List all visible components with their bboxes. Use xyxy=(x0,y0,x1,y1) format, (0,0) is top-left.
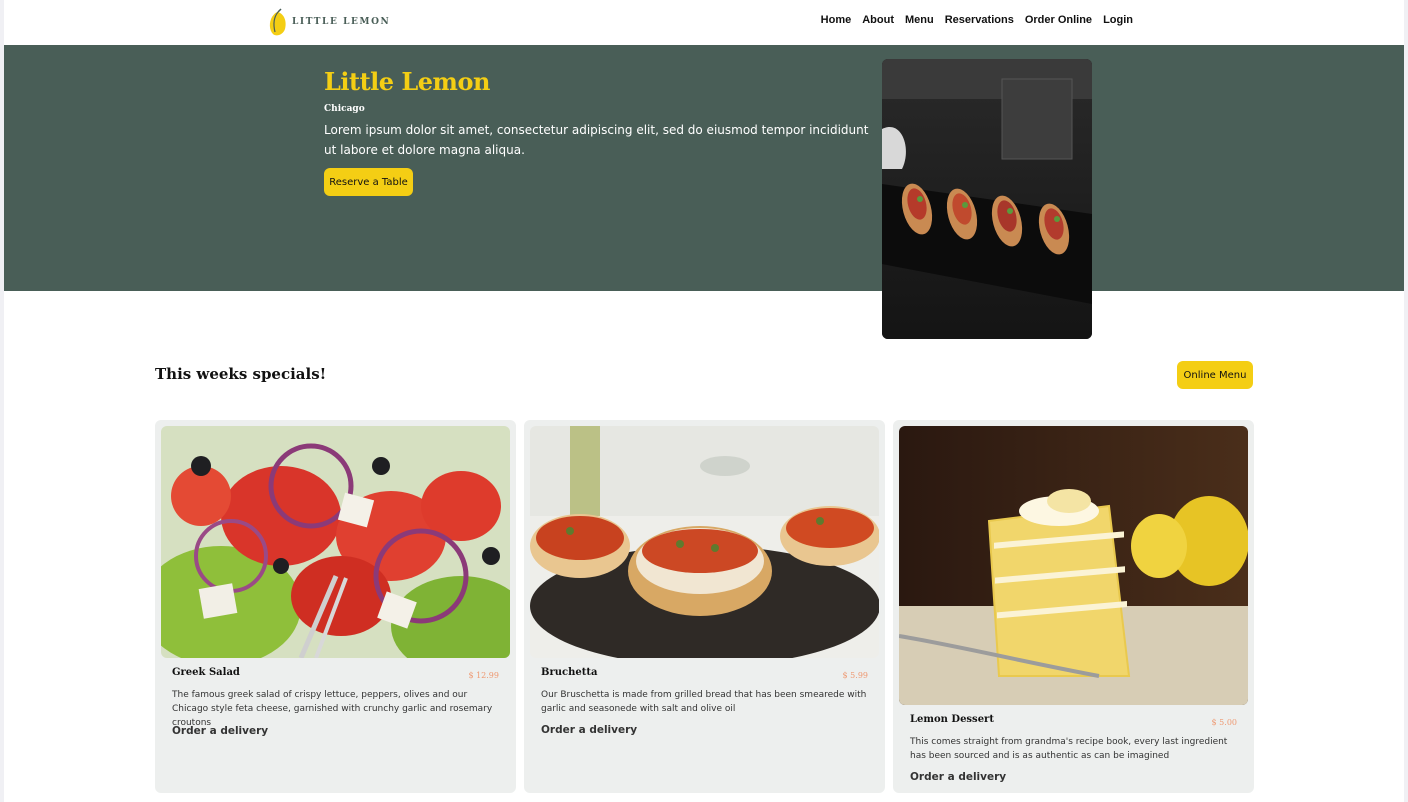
hero-description: Lorem ipsum dolor sit amet, consectetur … xyxy=(324,123,869,157)
nav-link-about[interactable]: About xyxy=(862,14,894,26)
card-description: The famous greek salad of crispy lettuce… xyxy=(172,690,493,728)
card-name: Bruchetta xyxy=(541,667,598,678)
hero-title: Little Lemon xyxy=(324,67,490,96)
card-name: Greek Salad xyxy=(172,667,240,678)
order-delivery-link[interactable]: Order a delivery xyxy=(172,725,268,737)
card-price: $ 12.99 xyxy=(468,671,499,680)
nav-link-home[interactable]: Home xyxy=(821,14,852,26)
card-price: $ 5.00 xyxy=(1211,718,1237,727)
nav-link-reservations[interactable]: Reservations xyxy=(945,14,1014,26)
card-name: Lemon Dessert xyxy=(910,714,994,725)
logo[interactable]: LITTLE LEMON xyxy=(268,6,390,38)
hero-subtitle: Chicago xyxy=(324,104,365,114)
order-delivery-link[interactable]: Order a delivery xyxy=(910,771,1006,783)
hero-section: Little Lemon Chicago Lorem ipsum dolor s… xyxy=(4,45,1404,291)
special-card-greek-salad: Greek Salad $ 12.99 The famous greek sal… xyxy=(155,420,516,793)
bruchetta-image xyxy=(530,426,879,658)
online-menu-button[interactable]: Online Menu xyxy=(1177,361,1253,389)
top-nav: LITTLE LEMON Home About Menu Reservation… xyxy=(4,0,1404,45)
nav-link-login[interactable]: Login xyxy=(1103,14,1133,26)
nav-link-menu[interactable]: Menu xyxy=(905,14,934,26)
logo-text: LITTLE LEMON xyxy=(292,17,391,27)
lemon-dessert-image xyxy=(899,426,1248,705)
hero-image xyxy=(882,59,1092,339)
lemon-logo-icon xyxy=(268,8,288,36)
specials-title: This weeks specials! xyxy=(155,365,327,383)
card-price: $ 5.99 xyxy=(842,671,868,680)
greek-salad-image xyxy=(161,426,510,658)
nav-link-order-online[interactable]: Order Online xyxy=(1025,14,1092,26)
special-card-lemon-dessert: Lemon Dessert $ 5.00 This comes straight… xyxy=(893,420,1254,793)
card-description: Our Bruschetta is made from grilled brea… xyxy=(541,690,867,714)
page: LITTLE LEMON Home About Menu Reservation… xyxy=(4,0,1404,802)
order-delivery-link[interactable]: Order a delivery xyxy=(541,724,637,736)
reserve-table-button[interactable]: Reserve a Table xyxy=(324,168,413,196)
nav-links: Home About Menu Reservations Order Onlin… xyxy=(821,14,1133,26)
special-card-bruchetta: Bruchetta $ 5.99 Our Bruschetta is made … xyxy=(524,420,885,793)
card-description: This comes straight from grandma's recip… xyxy=(910,737,1228,761)
